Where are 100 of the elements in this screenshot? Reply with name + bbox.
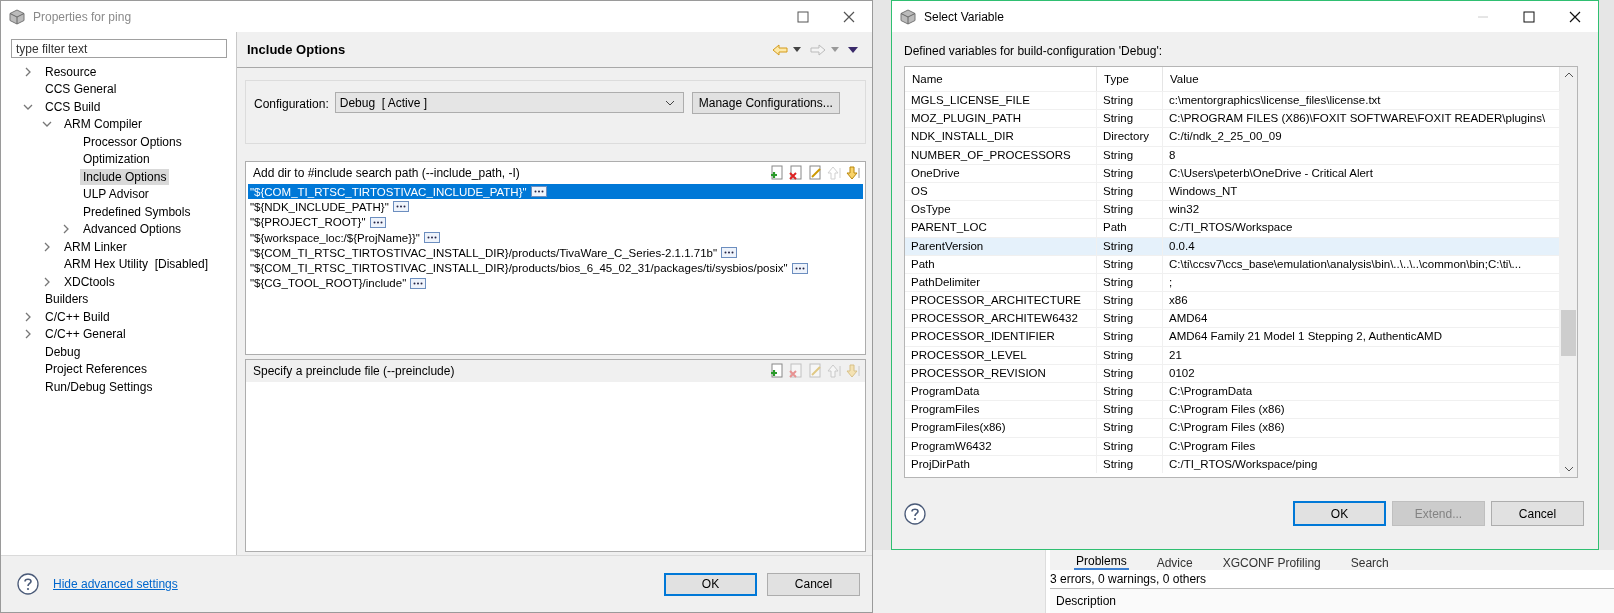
table-row[interactable]: PROCESSOR_ARCHITEW6432 String AMD64 [905, 309, 1560, 328]
table-row[interactable]: PathDelimiter String ; [905, 272, 1560, 292]
ellipsis-icon[interactable] [369, 216, 386, 228]
include-path-row[interactable]: "${NDK_INCLUDE_PATH}" [248, 199, 863, 215]
column-header[interactable]: Name [905, 67, 1097, 91]
tree-item[interactable]: Project References [42, 361, 151, 378]
tree-item[interactable]: Optimization [80, 151, 153, 168]
ellipsis-icon[interactable] [721, 247, 738, 259]
dialog-button[interactable]: OK [664, 572, 757, 596]
tree-item[interactable]: Advanced Options [80, 221, 185, 238]
scroll-up-icon[interactable] [1563, 72, 1574, 78]
chevron-icon[interactable] [61, 224, 71, 235]
table-cell: Path [905, 255, 1097, 273]
list-title: Add dir to #include search path (--include_path, -I) [253, 166, 520, 180]
maximize-icon [797, 10, 809, 23]
scroll-down-icon[interactable] [1563, 466, 1574, 472]
help-icon[interactable] [904, 502, 926, 525]
table-cell: String [1097, 328, 1163, 346]
chevron-icon[interactable] [23, 329, 33, 340]
tree-item[interactable]: Processor Options [80, 133, 185, 150]
tree-item[interactable]: Predefined Symbols [80, 203, 194, 220]
ellipsis-icon[interactable] [791, 262, 808, 274]
manage-configurations-button[interactable]: Manage Configurations... [691, 92, 840, 114]
edit-icon[interactable] [807, 165, 823, 181]
tree-item[interactable]: CCS Build [42, 98, 104, 115]
add-icon[interactable] [769, 363, 785, 379]
tree-item[interactable]: C/C++ Build [42, 308, 113, 325]
table-row[interactable]: OS String Windows_NT [905, 181, 1560, 201]
tree-item[interactable]: Include Options [80, 168, 170, 185]
dialog-button[interactable]: Cancel [1491, 501, 1584, 526]
dialog-button[interactable]: Cancel [767, 572, 860, 596]
dropdown-caret-icon[interactable] [793, 47, 801, 52]
view-tab[interactable]: Problems [1074, 554, 1129, 570]
table-row[interactable]: NUMBER_OF_PROCESSORS String 8 [905, 145, 1560, 164]
table-row[interactable]: PARENT_LOC Path C:/TI_RTOS/Workspace [905, 218, 1560, 237]
include-path-row[interactable]: "${COM_TI_RTSC_TIRTOSTIVAC_INCLUDE_PATH}" [248, 184, 863, 200]
table-row[interactable]: OsType String win32 [905, 200, 1560, 219]
tree-item[interactable]: Builders [42, 291, 92, 308]
delete-icon[interactable] [788, 165, 804, 181]
table-cell: PROCESSOR_ARCHITEW6432 [905, 310, 1097, 328]
tree-item[interactable]: Run/Debug Settings [42, 378, 156, 395]
table-row[interactable]: PROCESSOR_IDENTIFIER String AMD64 Family 21 Model 1 Stepping 2, AuthenticAMD [905, 327, 1560, 346]
view-tab[interactable]: Advice [1154, 556, 1195, 570]
include-path-text: "${CG_TOOL_ROOT}/include" [250, 277, 407, 290]
filter-field[interactable]: type filter text [11, 39, 227, 58]
ellipsis-icon[interactable] [423, 232, 440, 244]
configuration-dropdown[interactable]: Debug [ Active ] [334, 92, 684, 113]
include-path-row[interactable]: "${CG_TOOL_ROOT}/include" [248, 275, 863, 292]
chevron-icon[interactable] [42, 241, 52, 252]
ellipsis-icon[interactable] [410, 277, 427, 289]
table-row[interactable]: Path String C:\ti\ccsv7\ccs_base\emulation\analysis\bin\..\..\..\common\bin;C:\ti\... [905, 254, 1560, 273]
dialog-button[interactable]: OK [1293, 501, 1386, 526]
scrollbar[interactable] [1560, 67, 1577, 477]
table-row[interactable]: PROCESSOR_ARCHITECTURE String x86 [905, 291, 1560, 310]
cube-icon [9, 8, 25, 25]
ellipsis-icon[interactable] [392, 201, 409, 213]
add-icon[interactable] [769, 165, 785, 181]
view-tab[interactable]: Search [1348, 556, 1391, 570]
include-path-text: "${COM_TI_RTSC_TIRTOSTIVAC_INCLUDE_PATH}" [250, 185, 527, 198]
view-menu-icon[interactable] [848, 46, 858, 53]
table-row[interactable]: ProgramFiles String C:\Program Files (x86) [905, 400, 1560, 419]
table-row[interactable]: ProgramW6432 String C:\Program Files [905, 436, 1560, 455]
hide-advanced-settings-link[interactable]: Hide advanced settings [53, 577, 178, 591]
table-row[interactable]: PROCESSOR_REVISION String 0102 [905, 363, 1560, 382]
include-path-row[interactable]: "${PROJECT_ROOT}" [248, 214, 863, 230]
include-path-row[interactable]: "${COM_TI_RTSC_TIRTOSTIVAC_INSTALL_DIR}/products/TivaWare_C_Series-2.1.1.71b" [248, 245, 863, 261]
table-row[interactable]: ProgramFiles(x86) String C:\Program Files (x86) [905, 418, 1560, 437]
down-icon[interactable] [845, 165, 861, 181]
tree-item[interactable]: Debug [42, 343, 84, 360]
tree-item[interactable]: XDCtools [61, 273, 118, 290]
back-arrow-icon[interactable] [772, 43, 788, 56]
column-header[interactable]: Type [1097, 67, 1163, 91]
scrollbar-thumb[interactable] [1561, 310, 1576, 356]
table-row[interactable]: PROCESSOR_LEVEL String 21 [905, 345, 1560, 364]
tree-item[interactable]: ARM Hex Utility [Disabled] [61, 256, 212, 273]
table-row[interactable]: MOZ_PLUGIN_PATH String C:\PROGRAM FILES (X86)\FOXIT SOFTWARE\FOXIT READER\plugins\ [905, 109, 1560, 128]
tree-item[interactable]: Resource [42, 63, 100, 80]
tree-item[interactable]: C/C++ General [42, 326, 129, 343]
table-row[interactable]: ProjDirPath String C:/TI_RTOS/Workspace/ping [905, 454, 1560, 473]
chevron-icon[interactable] [42, 276, 52, 287]
table-row[interactable]: ParentVersion String 0.0.4 [905, 236, 1560, 255]
column-header[interactable]: Description [1050, 588, 1614, 613]
view-tab[interactable]: XGCONF Profiling [1220, 556, 1323, 570]
tree-item[interactable]: ULP Advisor [80, 186, 152, 203]
include-path-row[interactable]: "${COM_TI_RTSC_TIRTOSTIVAC_INSTALL_DIR}/products/bios_6_45_02_31/packages/ti/sysbios/posix" [248, 260, 863, 276]
table-row[interactable]: ProgramData String C:\ProgramData [905, 382, 1560, 401]
table-row[interactable]: OneDrive String C:\Users\peterb\OneDrive - Critical Alert [905, 163, 1560, 182]
chevron-icon[interactable] [23, 66, 33, 77]
include-path-row[interactable]: "${workspace_loc:/${ProjName}}" [248, 229, 863, 246]
table-row[interactable]: MGLS_LICENSE_FILE String c:\mentorgraphics\license_files\license.txt [905, 91, 1560, 110]
ellipsis-icon[interactable] [530, 186, 547, 198]
include-path-text: "${COM_TI_RTSC_TIRTOSTIVAC_INSTALL_DIR}/products/bios_6_45_02_31/packages/ti/sysbios/posix" [250, 262, 788, 275]
table-row[interactable]: NDK_INSTALL_DIR Directory C:/ti/ndk_2_25_00_09 [905, 127, 1560, 146]
tree-item[interactable]: ARM Linker [61, 238, 130, 255]
chevron-icon[interactable] [23, 311, 33, 322]
table-cell: PROCESSOR_IDENTIFIER [905, 328, 1097, 346]
table-cell: MGLS_LICENSE_FILE [905, 92, 1097, 110]
tree-item[interactable]: CCS General [42, 81, 120, 98]
help-icon[interactable] [17, 573, 39, 595]
tree-item[interactable]: ARM Compiler [61, 116, 145, 133]
